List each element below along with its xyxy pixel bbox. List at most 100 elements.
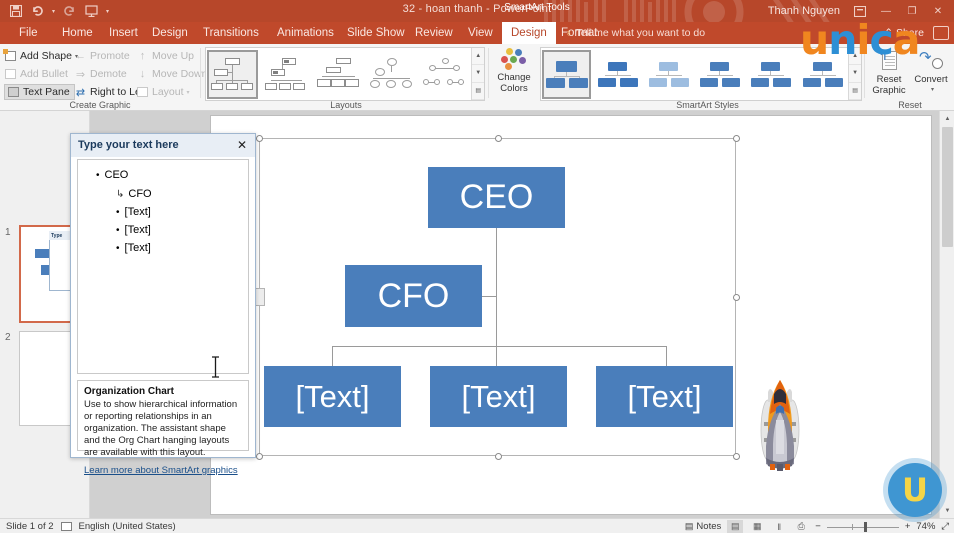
account-name[interactable]: Thanh Nguyen <box>768 5 840 17</box>
notes-button[interactable]: ▤ Notes <box>685 521 721 532</box>
close-icon[interactable]: ✕ <box>926 1 950 21</box>
resize-handle-e[interactable] <box>733 294 740 301</box>
text-pane-item-text-2[interactable]: • [Text] <box>116 224 151 236</box>
move-down-button[interactable]: ↓ Move Down <box>136 66 208 82</box>
tab-home[interactable]: Home <box>53 22 102 44</box>
styles-scroll-down-icon[interactable]: ▼ <box>849 65 861 83</box>
learn-more-link[interactable]: Learn more about SmartArt graphics <box>84 465 238 476</box>
smartart-styles-gallery[interactable]: ▲ ▼ ▤ <box>540 47 862 101</box>
text-pane-item-text-1[interactable]: • [Text] <box>116 206 151 218</box>
text-pane-button[interactable]: Text Pane <box>4 84 75 100</box>
window-controls[interactable]: Thanh Nguyen — ❐ ✕ <box>768 0 950 22</box>
resize-handle-nw[interactable] <box>256 135 263 142</box>
convert-dropdown-icon[interactable]: ▾ <box>931 85 934 96</box>
layouts-gallery[interactable]: ▲ ▼ ▤ <box>205 47 485 101</box>
node-text-2[interactable]: [Text] <box>430 366 567 427</box>
node-text-1[interactable]: [Text] <box>264 366 401 427</box>
slide-sorter-button[interactable]: ▦ <box>749 520 765 533</box>
style-thumb-moderate-effect[interactable] <box>696 50 745 99</box>
text-pane-item-ceo[interactable]: • CEO <box>96 169 128 181</box>
layout-thumb-half-circle-org-chart[interactable] <box>313 50 364 99</box>
node-cfo[interactable]: CFO <box>345 265 482 327</box>
add-bullet-button[interactable]: Add Bullet <box>4 66 68 82</box>
zoom-out-button[interactable]: − <box>815 521 821 532</box>
demote-icon: ⇒ <box>75 68 86 81</box>
layout-thumb-name-and-title[interactable] <box>260 50 311 99</box>
tab-view[interactable]: View <box>459 22 502 44</box>
resize-handle-sw[interactable] <box>256 453 263 460</box>
reset-graphic-button[interactable]: ↰ Reset Graphic <box>866 48 912 100</box>
slide-indicator[interactable]: Slide 1 of 2 <box>6 521 54 532</box>
vertical-scrollbar[interactable]: ▲ ▼ <box>939 111 954 518</box>
style-thumb-white-outline[interactable] <box>593 50 642 99</box>
minimize-icon[interactable]: — <box>874 1 898 21</box>
tab-transitions[interactable]: Transitions <box>194 22 268 44</box>
styles-scroll-up-icon[interactable]: ▲ <box>849 48 861 66</box>
scrollbar-thumb[interactable] <box>942 127 953 247</box>
styles-more-icon[interactable]: ▤ <box>849 83 861 100</box>
style-thumb-simple-fill[interactable] <box>542 49 592 99</box>
language-indicator[interactable]: English (United States) <box>79 521 176 532</box>
share-button[interactable]: ⌃ Share <box>884 22 924 44</box>
tab-smartart-design[interactable]: Design <box>502 22 556 44</box>
node-ceo[interactable]: CEO <box>428 167 565 228</box>
restore-icon[interactable]: ❐ <box>900 1 924 21</box>
add-shape-button[interactable]: Add Shape ▾ <box>3 48 78 64</box>
resize-handle-se[interactable] <box>733 453 740 460</box>
resize-handle-s[interactable] <box>495 453 502 460</box>
fit-slide-button[interactable]: ⤢ <box>941 521 949 532</box>
style-thumb-polished[interactable] <box>798 50 847 99</box>
gallery-scroll-down-icon[interactable]: ▼ <box>472 65 485 83</box>
layout-dropdown-icon[interactable]: ▾ <box>187 89 190 96</box>
tab-file[interactable]: File <box>10 22 47 44</box>
layout-thumb-labeled-hierarchy[interactable] <box>419 50 470 99</box>
text-pane-description: Organization Chart Use to show hierarchi… <box>77 380 249 476</box>
smartart-text-pane[interactable]: Type your text here ✕ • CEO ↳ CFO • [Tex… <box>70 133 256 476</box>
tab-insert[interactable]: Insert <box>100 22 147 44</box>
style-thumb-intense-effect[interactable] <box>747 50 796 99</box>
tab-design[interactable]: Design <box>143 22 197 44</box>
scroll-down-icon[interactable]: ▼ <box>940 503 954 518</box>
move-up-button[interactable]: ↑ Move Up <box>136 48 194 64</box>
change-colors-button[interactable]: Change Colors <box>491 48 537 100</box>
gallery-more-icon[interactable]: ▤ <box>472 83 485 100</box>
layout-thumb-circle-picture-hierarchy[interactable] <box>366 50 417 99</box>
style-thumb-subtle-effect[interactable] <box>644 50 693 99</box>
group-layouts: ▲ ▼ ▤ Layouts <box>202 44 490 111</box>
ribbon-tab-bar[interactable]: File Home Insert Design Transitions Anim… <box>0 22 954 44</box>
slideshow-button[interactable]: ⎙ <box>793 520 809 533</box>
zoom-in-button[interactable]: + <box>905 521 911 532</box>
gallery-scroll-up-icon[interactable]: ▲ <box>472 48 485 66</box>
resize-handle-n[interactable] <box>495 135 502 142</box>
tab-slide-show[interactable]: Slide Show <box>338 22 414 44</box>
assistant-branch-icon: ↳ <box>116 189 125 200</box>
demote-button[interactable]: ⇒ Demote <box>74 66 127 82</box>
zoom-slider[interactable] <box>826 521 899 533</box>
text-cursor-icon <box>212 356 219 378</box>
reading-view-button[interactable]: ‖ <box>771 520 787 533</box>
layout-thumb-organization-chart[interactable] <box>207 49 259 99</box>
text-pane-item-cfo[interactable]: ↳ CFO <box>116 188 152 200</box>
tab-animations[interactable]: Animations <box>268 22 343 44</box>
node-text-3[interactable]: [Text] <box>596 366 733 427</box>
style-glyph <box>802 59 844 89</box>
smartart-styles-scroll[interactable]: ▲ ▼ ▤ <box>848 48 861 100</box>
text-pane-list[interactable]: • CEO ↳ CFO • [Text] • [Text] • [Text] <box>77 159 249 374</box>
tab-review[interactable]: Review <box>406 22 462 44</box>
space-shuttle-image[interactable] <box>752 372 808 472</box>
scroll-up-icon[interactable]: ▲ <box>940 111 954 126</box>
convert-button[interactable]: ↷ Convert ▾ <box>908 48 954 100</box>
zoom-level-label[interactable]: 74% <box>916 521 935 532</box>
text-pane-item-text-3[interactable]: • [Text] <box>116 242 151 254</box>
promote-button[interactable]: ← Promote <box>74 48 130 64</box>
text-pane-close-icon[interactable]: ✕ <box>234 137 250 153</box>
comments-icon[interactable] <box>933 26 949 40</box>
spellcheck-icon[interactable] <box>60 522 72 531</box>
zoom-slider-handle[interactable] <box>863 521 867 532</box>
tell-me-search[interactable]: ♁ Tell me what you want to do <box>565 22 705 44</box>
layout-button[interactable]: Layout ▾ <box>136 84 190 100</box>
resize-handle-ne[interactable] <box>733 135 740 142</box>
layouts-gallery-scroll[interactable]: ▲ ▼ ▤ <box>471 48 485 100</box>
normal-view-button[interactable]: ▤ <box>727 520 744 533</box>
ribbon-display-options-icon[interactable] <box>848 1 872 21</box>
